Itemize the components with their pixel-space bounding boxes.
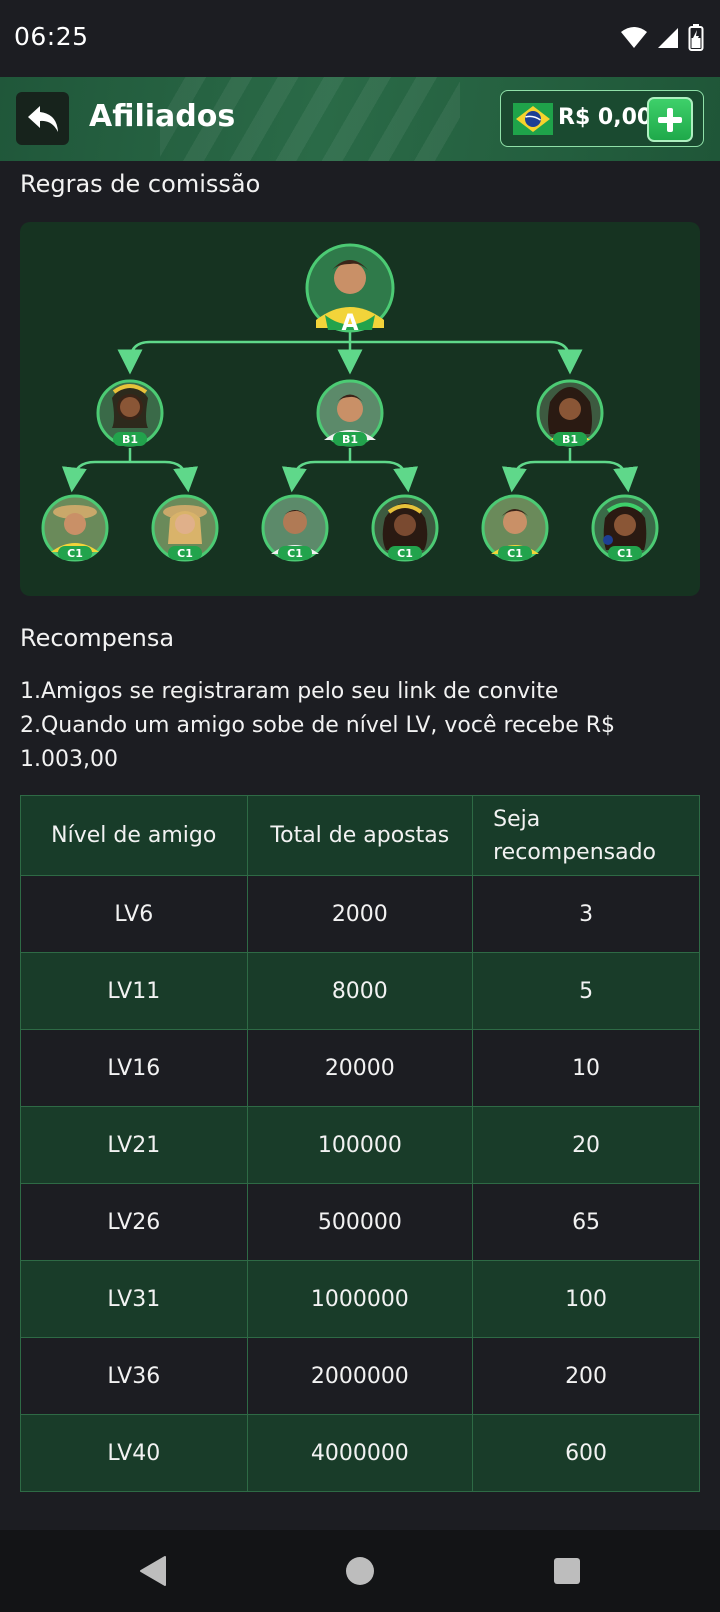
cell-bets: 4000000 (246, 1414, 474, 1492)
node-c1-label: C1 (287, 547, 303, 560)
table-row: LV11 8000 5 (20, 952, 700, 1030)
wallet-balance[interactable]: R$ 0,00 (500, 90, 704, 147)
node-b1-label: B1 (562, 433, 578, 446)
brazil-flag-icon (513, 103, 553, 135)
node-a-label: A (341, 311, 358, 336)
wifi-icon (621, 27, 647, 48)
cell-bets: 1000000 (246, 1260, 474, 1338)
reward-rule-2-continued: 1.003,00 (20, 747, 118, 772)
cell-reward: 3 (472, 875, 700, 953)
signal-icon (658, 28, 678, 48)
tree-node-b1-right: B1 (536, 379, 604, 447)
reward-rule-2: 2.Quando um amigo sobe de nível LV, você… (20, 713, 616, 738)
tree-node-a: A (305, 243, 395, 336)
table-row: LV16 20000 10 (20, 1029, 700, 1107)
tree-node-c1-5: C1 (481, 494, 549, 562)
cell-level: LV21 (20, 1106, 248, 1184)
header-reward-line-1: Seja (493, 806, 541, 832)
table-row: LV31 1000000 100 (20, 1260, 700, 1338)
node-c1-label: C1 (507, 547, 523, 560)
header-reward: Seja recompensado (472, 795, 700, 876)
tree-node-c1-2: C1 (151, 494, 219, 562)
commission-tree: A B1 B1 B1 C1 C1 C1 C1 C1 C1 (20, 222, 700, 596)
cell-bets: 8000 (246, 952, 474, 1030)
table-row: LV6 2000 3 (20, 875, 700, 953)
cell-bets: 20000 (246, 1029, 474, 1107)
nav-recents-button[interactable] (550, 1554, 584, 1588)
cell-reward: 10 (472, 1029, 700, 1107)
tree-node-b1-center: B1 (316, 379, 384, 447)
cell-level: LV31 (20, 1260, 248, 1338)
nav-home-button[interactable] (343, 1554, 377, 1588)
reward-title: Recompensa (20, 624, 175, 652)
node-c1-label: C1 (397, 547, 413, 560)
node-c1-label: C1 (617, 547, 633, 560)
cell-bets: 500000 (246, 1183, 474, 1261)
commission-title: Regras de comissão (20, 170, 261, 198)
tree-connectors-bottom (61, 448, 639, 493)
node-b1-label: B1 (342, 433, 358, 446)
back-triangle-icon (140, 1556, 166, 1586)
tree-node-c1-6: C1 (591, 494, 659, 562)
app-header: Afiliados R$ 0,00 (0, 77, 720, 161)
reward-table: Nível de amigo Total de apostas Seja rec… (20, 795, 700, 1492)
cell-bets: 100000 (246, 1106, 474, 1184)
status-bar: 06:25 (0, 0, 720, 77)
recents-square-icon (554, 1558, 580, 1584)
cell-level: LV40 (20, 1414, 248, 1492)
system-nav-bar (0, 1530, 720, 1612)
cell-bets: 2000 (246, 875, 474, 953)
status-time: 06:25 (14, 22, 89, 51)
reward-rule-1: 1.Amigos se registraram pelo seu link de… (20, 679, 559, 704)
cell-level: LV36 (20, 1337, 248, 1415)
balance-amount: R$ 0,00 (558, 105, 653, 130)
home-circle-icon (346, 1557, 374, 1585)
table-header-row: Nível de amigo Total de apostas Seja rec… (20, 795, 700, 876)
back-button[interactable] (16, 92, 69, 145)
cell-bets: 2000000 (246, 1337, 474, 1415)
cell-reward: 65 (472, 1183, 700, 1261)
table-row: LV36 2000000 200 (20, 1337, 700, 1415)
header-friend-level: Nível de amigo (20, 795, 248, 876)
plus-icon (658, 107, 682, 132)
header-total-bets: Total de apostas (246, 795, 474, 876)
cell-reward: 20 (472, 1106, 700, 1184)
status-icons (620, 24, 704, 52)
cell-reward: 5 (472, 952, 700, 1030)
table-row: LV21 100000 20 (20, 1106, 700, 1184)
tree-node-c1-3: C1 (261, 494, 329, 562)
cell-reward: 600 (472, 1414, 700, 1492)
table-row: LV26 500000 65 (20, 1183, 700, 1261)
cell-reward: 100 (472, 1260, 700, 1338)
tree-diagram: A B1 B1 B1 C1 C1 C1 C1 C1 C1 (41, 243, 659, 562)
tree-node-c1-1: C1 (41, 494, 109, 562)
page-title: Afiliados (89, 99, 236, 134)
cell-reward: 200 (472, 1337, 700, 1415)
header-reward-line-2: recompensado (493, 839, 657, 865)
node-c1-label: C1 (67, 547, 83, 560)
deposit-button[interactable] (647, 97, 693, 142)
node-c1-label: C1 (177, 547, 193, 560)
tree-node-b1-left: B1 (96, 379, 164, 447)
battery-charging-icon (688, 24, 704, 51)
reply-arrow-icon (27, 105, 58, 132)
table-row: LV40 4000000 600 (20, 1414, 700, 1492)
cell-level: LV26 (20, 1183, 248, 1261)
nav-back-button[interactable] (136, 1554, 170, 1588)
cell-level: LV6 (20, 875, 248, 953)
cell-level: LV11 (20, 952, 248, 1030)
cell-level: LV16 (20, 1029, 248, 1107)
node-b1-label: B1 (122, 433, 138, 446)
tree-node-c1-4: C1 (371, 494, 439, 562)
